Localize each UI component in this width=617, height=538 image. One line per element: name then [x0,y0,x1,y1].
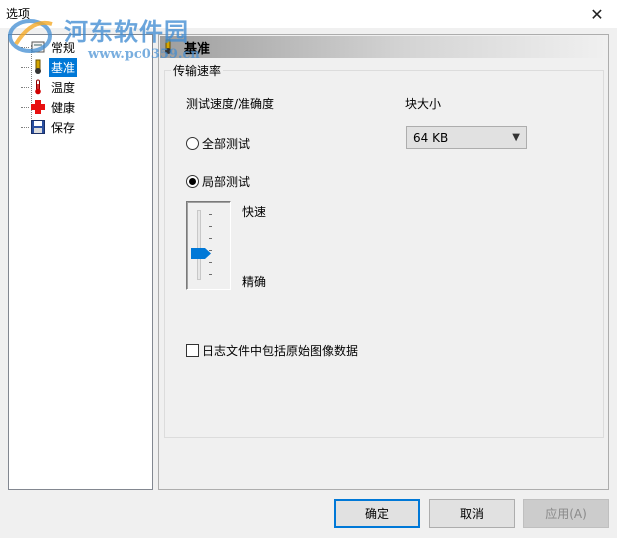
sidebar-item-label: 温度 [51,80,76,95]
sidebar-item-label: 健康 [51,100,76,115]
speed-accuracy-slider[interactable] [186,201,231,290]
benchmark-icon [162,39,178,55]
full-test-label: 全部测试 [202,137,251,151]
close-button[interactable]: ✕ [577,0,617,28]
window-title: 选项 [6,7,31,21]
sidebar-item-general[interactable]: 常规 [21,38,77,56]
ok-button[interactable]: 确定 [334,499,420,528]
title-bar: 选项 ✕ [0,0,617,28]
speed-accuracy-label: 测试速度/准确度 [186,97,275,111]
slider-tick [209,238,212,239]
raw-data-label: 日志文件中包括原始图像数据 [202,344,359,358]
slider-tick [209,250,212,251]
sidebar-item-benchmark[interactable]: 基准 [21,57,78,77]
slider-accurate-label: 精确 [242,275,267,289]
close-icon: ✕ [590,4,604,24]
sidebar-item-label: 基准 [49,57,78,77]
partial-test-label: 局部测试 [202,175,251,189]
sidebar-item-health[interactable]: 健康 [21,98,77,116]
chevron-down-icon: ▼ [512,132,520,143]
slider-tick [209,226,212,227]
radio-circle [186,137,199,150]
settings-panel: 基准 传输速率 测试速度/准确度 块大小 64 KB ▼ 全部测试 局部测试 快… [158,34,609,490]
cancel-button-label: 取消 [459,507,484,521]
slider-thumb[interactable] [191,248,211,259]
options-tree: 常规 基准 温度 健康 保存 [8,34,153,490]
ok-button-label: 确定 [364,507,389,521]
block-size-select[interactable]: 64 KB ▼ [406,126,527,149]
sidebar-item-save[interactable]: 保存 [21,118,77,136]
general-icon [30,39,46,55]
slider-tick [209,262,212,263]
checkbox-box [186,344,199,357]
panel-header: 基准 [160,36,607,58]
sidebar-item-label: 常规 [51,40,76,55]
thermometer-icon [30,79,46,95]
slider-tick [209,274,212,275]
radio-circle [186,175,199,188]
apply-button-label: 应用(A) [545,507,587,521]
partial-test-radio[interactable]: 局部测试 [186,173,250,190]
sidebar-item-label: 保存 [51,120,76,135]
slider-tick [209,214,212,215]
raw-data-checkbox[interactable]: 日志文件中包括原始图像数据 [186,342,358,359]
floppy-disk-icon [30,119,46,135]
block-size-label: 块大小 [405,97,442,111]
block-size-value: 64 KB [413,130,449,145]
panel-title: 基准 [184,41,211,57]
group-title: 传输速率 [171,62,224,79]
full-test-radio[interactable]: 全部测试 [186,135,250,152]
benchmark-icon [30,59,46,75]
apply-button[interactable]: 应用(A) [523,499,609,528]
slider-track [197,210,201,280]
cancel-button[interactable]: 取消 [429,499,515,528]
slider-fast-label: 快速 [242,205,267,219]
transfer-rate-group: 传输速率 测试速度/准确度 块大小 64 KB ▼ 全部测试 局部测试 快速 精… [164,62,604,438]
sidebar-item-temperature[interactable]: 温度 [21,78,77,96]
health-cross-icon [30,99,46,115]
